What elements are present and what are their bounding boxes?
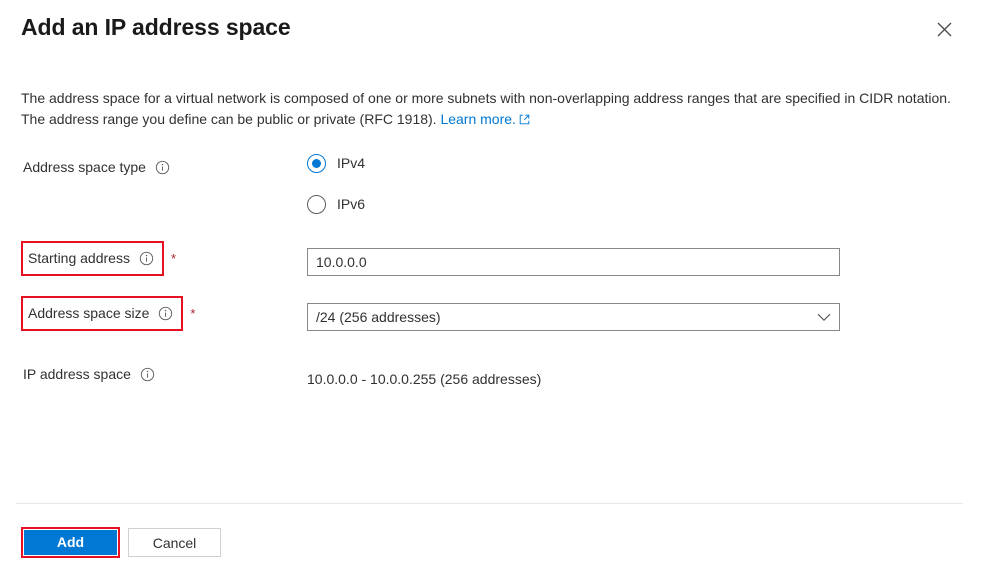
- required-asterisk: *: [190, 306, 196, 321]
- footer-actions: Add Cancel: [0, 527, 987, 561]
- label-text: IP address space: [23, 366, 131, 382]
- info-icon[interactable]: [140, 367, 155, 382]
- learn-more-link[interactable]: Learn more.: [440, 111, 515, 127]
- info-icon[interactable]: [158, 306, 173, 321]
- required-asterisk: *: [170, 251, 177, 266]
- close-button[interactable]: [928, 13, 960, 45]
- starting-address-control: [307, 248, 840, 276]
- page-title: Add an IP address space: [21, 14, 291, 40]
- radio-ipv6-indicator: [307, 194, 326, 214]
- radio-ipv6[interactable]: IPv6: [307, 192, 365, 216]
- label-text: Address space type: [23, 159, 146, 175]
- label-text: Address space size: [28, 305, 150, 321]
- address-space-size-select[interactable]: /24 (256 addresses): [307, 303, 840, 331]
- label-starting-address: Starting address *: [21, 240, 177, 276]
- radio-ipv6-label: IPv6: [337, 196, 366, 212]
- panel-description: The address space for a virtual network …: [21, 88, 951, 131]
- label-ip-address-space: IP address space: [21, 363, 161, 385]
- label-address-space-type: Address space type: [21, 156, 176, 178]
- radio-ipv4[interactable]: IPv4: [307, 151, 365, 175]
- starting-address-input[interactable]: [307, 248, 840, 276]
- info-icon[interactable]: [139, 251, 154, 266]
- info-icon[interactable]: [155, 160, 170, 175]
- radio-group-address-space-type: IPv4 IPv6: [307, 151, 365, 216]
- address-space-size-control: /24 (256 addresses): [307, 303, 840, 331]
- radio-ipv4-indicator: [307, 153, 326, 173]
- ip-address-space-value-wrap: 10.0.0.0 - 10.0.0.255 (256 addresses): [307, 369, 541, 389]
- label-address-space-size: Address space size *: [21, 295, 196, 331]
- close-icon: [937, 22, 952, 37]
- add-button[interactable]: Add: [24, 530, 117, 555]
- address-space-size-selected-value: /24 (256 addresses): [316, 309, 441, 325]
- cancel-button[interactable]: Cancel: [128, 528, 221, 557]
- label-text: Starting address: [28, 250, 130, 266]
- ip-address-space-value: 10.0.0.0 - 10.0.0.255 (256 addresses): [307, 371, 542, 387]
- radio-ipv4-label: IPv4: [337, 155, 366, 171]
- external-link-icon: [519, 110, 530, 131]
- footer-divider: [16, 503, 963, 504]
